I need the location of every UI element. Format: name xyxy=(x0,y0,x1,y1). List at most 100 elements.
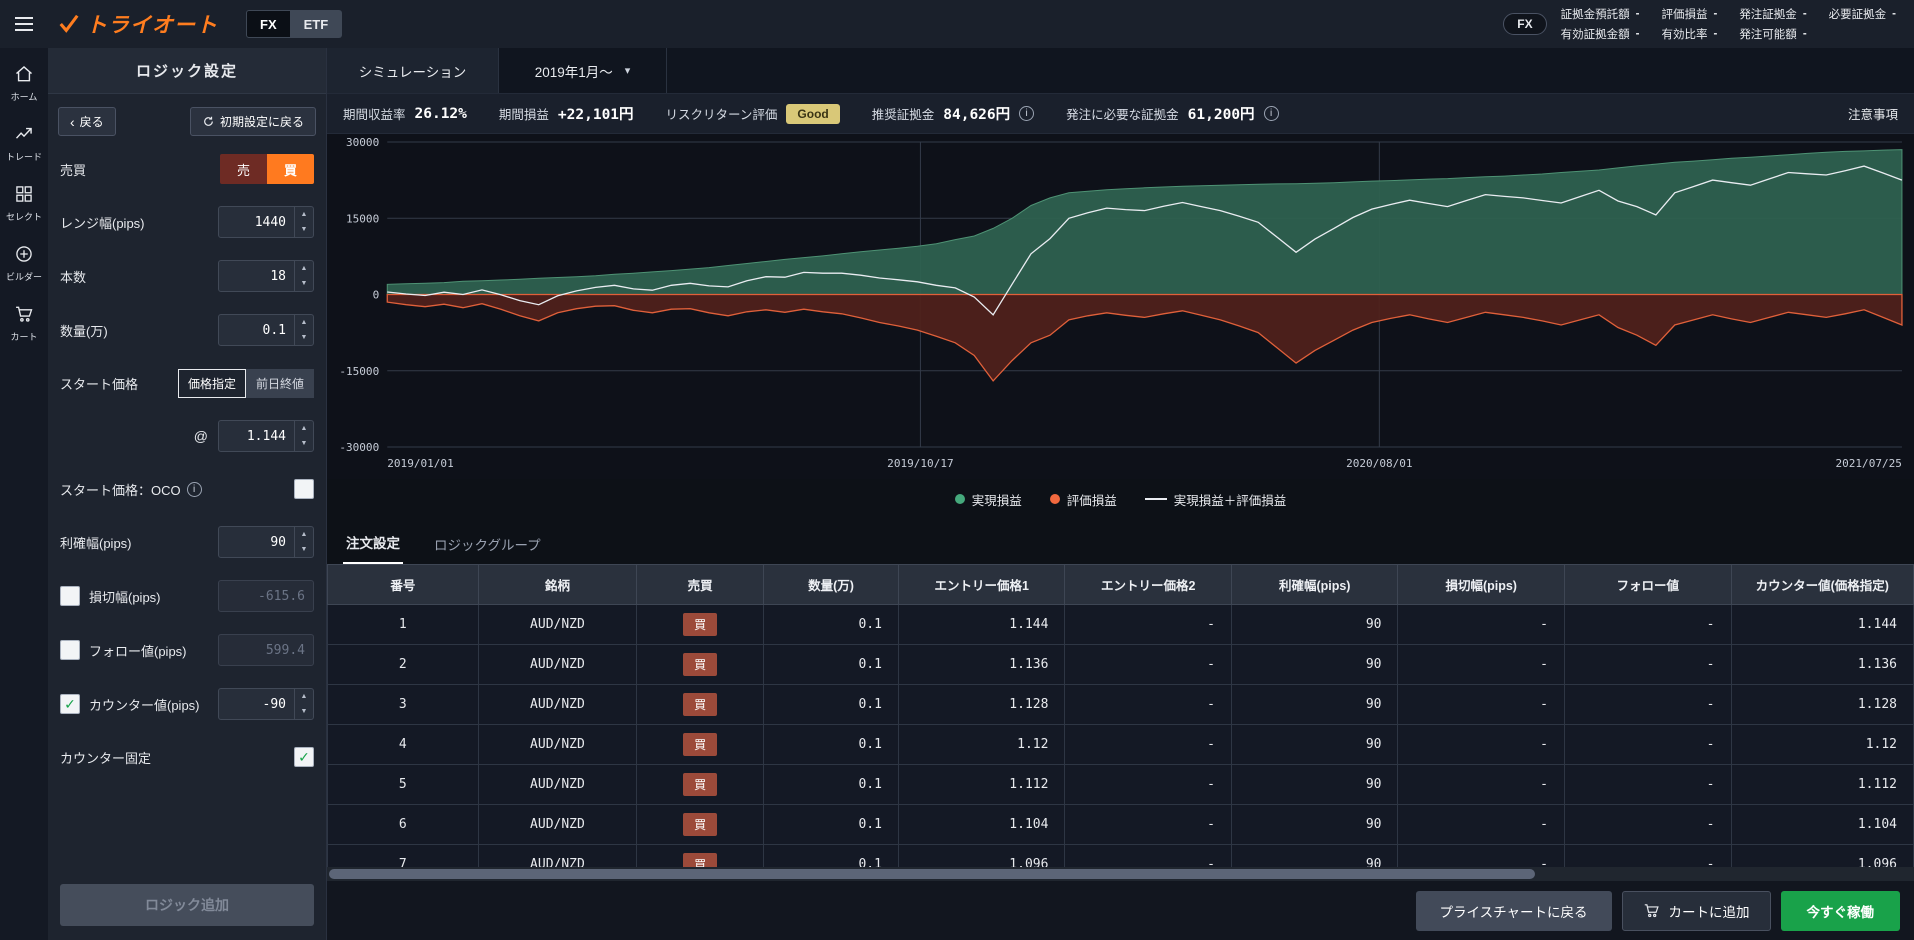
add-to-cart-button[interactable]: カートに追加 xyxy=(1621,890,1771,931)
table-cell: AUD/NZD xyxy=(477,604,638,645)
stepper-up-icon[interactable]: ▲ xyxy=(295,689,313,704)
account-stat-value: - xyxy=(1802,28,1807,40)
range-value: 1440 xyxy=(254,214,286,230)
follow-checkbox[interactable] xyxy=(60,640,80,660)
account-stat: 発注証拠金 - xyxy=(1739,6,1806,22)
chevron-left-icon: ‹ xyxy=(70,113,75,130)
info-icon[interactable]: i xyxy=(1263,106,1279,121)
take-profit-stepper[interactable]: 90 ▲ ▼ xyxy=(218,526,314,558)
counter-fixed-checkbox[interactable] xyxy=(294,747,314,767)
stepper-up-icon[interactable]: ▲ xyxy=(295,527,313,542)
side-toggle: 売 買 xyxy=(220,154,314,184)
at-price-stepper[interactable]: 1.144 ▲ ▼ xyxy=(218,420,314,452)
stepper-down-icon[interactable]: ▼ xyxy=(295,542,313,557)
sidebar-item-builder[interactable]: ビルダー xyxy=(0,236,48,290)
price-specified-button[interactable]: 価格指定 xyxy=(177,368,246,398)
stepper-up-icon[interactable]: ▲ xyxy=(295,421,313,436)
count-stepper[interactable]: 18 ▲ ▼ xyxy=(218,260,314,292)
run-now-button[interactable]: 今すぐ稼働 xyxy=(1780,890,1900,931)
scrollbar-thumb[interactable] xyxy=(329,869,1536,879)
tab-simulation[interactable]: シミュレーション xyxy=(327,48,499,93)
buy-button[interactable]: 買 xyxy=(267,154,314,184)
order-tabs: 注文設定 ロジックグループ xyxy=(327,519,1914,564)
table-row: 2 AUD/NZD 買 0.1 1.136-90- -1.136 xyxy=(327,644,1914,685)
sidebar-item-home[interactable]: ホーム xyxy=(0,56,48,110)
notice-link[interactable]: 注意事項 xyxy=(1848,104,1898,123)
period-dropdown[interactable]: 2019年1月～ ▾ xyxy=(499,48,667,93)
oco-checkbox[interactable] xyxy=(294,479,314,499)
table-cell: - xyxy=(1563,764,1732,805)
add-logic-button[interactable]: ロジック追加 xyxy=(60,884,314,926)
info-icon[interactable]: i xyxy=(1019,106,1035,121)
legend-label: 評価損益 xyxy=(1066,493,1117,508)
stepper-up-icon[interactable]: ▲ xyxy=(295,315,313,330)
stop-loss-checkbox[interactable] xyxy=(60,586,80,606)
tab-etf[interactable]: ETF xyxy=(290,10,343,38)
sidebar-item-select[interactable]: セレクト xyxy=(0,176,48,230)
column-header: 番号 xyxy=(327,564,479,605)
svg-text:2021/07/25: 2021/07/25 xyxy=(1835,457,1901,470)
table-cell: 1.096 xyxy=(1730,844,1914,867)
table-cell: 1.12 xyxy=(1730,724,1914,765)
at-price-row: @ 1.144 ▲ ▼ xyxy=(60,420,314,452)
stepper-down-icon[interactable]: ▼ xyxy=(295,330,313,345)
account-stats: 証拠金預託額 - 評価損益 - 発注証拠金 - 必要証拠金 - 有効証拠金額 - 有効比率 - 発注可… xyxy=(1561,6,1896,42)
table-cell: 1.144 xyxy=(897,604,1066,645)
stepper-down-icon[interactable]: ▼ xyxy=(295,436,313,451)
counter-stepper[interactable]: -90 ▲ ▼ xyxy=(218,688,314,720)
logo-check-icon xyxy=(59,14,79,33)
table-cell: 1 xyxy=(327,604,479,645)
tab-order-settings[interactable]: 注文設定 xyxy=(343,522,403,564)
prev-close-button[interactable]: 前日終値 xyxy=(245,368,314,398)
table-cell: - xyxy=(1563,844,1732,867)
reset-defaults-button[interactable]: 初期設定に戻る xyxy=(189,107,316,136)
buy-badge: 買 xyxy=(683,773,718,796)
column-header: 損切幅(pips) xyxy=(1397,564,1565,605)
simulation-stats-bar: 期間収益率 26.12% 期間損益 +22,101円 リスクリターン評価 Good 推奨証拠… xyxy=(327,94,1914,134)
table-cell: 3 xyxy=(327,684,479,725)
table-cell: - xyxy=(1397,764,1565,805)
product-switcher: FX ETF xyxy=(246,10,343,38)
table-cell: 1.112 xyxy=(1730,764,1914,805)
table-cell: 1.136 xyxy=(1730,644,1914,685)
stop-loss-label: 損切幅(pips) xyxy=(89,589,161,605)
table-cell: - xyxy=(1397,804,1565,845)
stepper-down-icon[interactable]: ▼ xyxy=(295,276,313,291)
counter-checkbox[interactable] xyxy=(60,694,80,714)
stat-item: リスクリターン評価 Good xyxy=(665,103,840,124)
footer-bar: プライスチャートに戻る カートに追加 今すぐ稼働 xyxy=(327,881,1914,940)
qty-stepper[interactable]: 0.1 ▲ ▼ xyxy=(218,314,314,346)
count-value: 18 xyxy=(270,268,286,284)
table-cell: 1.128 xyxy=(1730,684,1914,725)
horizontal-scrollbar[interactable] xyxy=(327,867,1914,881)
range-stepper[interactable]: 1440 ▲ ▼ xyxy=(218,206,314,238)
info-icon[interactable]: i xyxy=(186,481,202,497)
account-stat-label: 証拠金預託額 xyxy=(1560,9,1630,21)
oco-row: スタート価格：OCO i xyxy=(60,474,314,504)
stat-label: 期間収益率 xyxy=(343,108,406,122)
column-header: フォロー値 xyxy=(1563,564,1732,605)
stop-loss-row: 損切幅(pips) -615.6 xyxy=(60,580,314,612)
back-button[interactable]: ‹ 戻る xyxy=(58,107,116,136)
stepper-down-icon[interactable]: ▼ xyxy=(295,222,313,237)
stepper-up-icon[interactable]: ▲ xyxy=(295,207,313,222)
tab-fx[interactable]: FX xyxy=(246,10,291,38)
legend-item: 実現損益 xyxy=(954,490,1022,509)
take-profit-row: 利確幅(pips) 90 ▲ ▼ xyxy=(60,526,314,558)
sidebar-item-cart[interactable]: カート xyxy=(0,296,48,350)
back-to-price-chart-button[interactable]: プライスチャートに戻る xyxy=(1415,890,1612,931)
sidebar-item-trade[interactable]: トレード xyxy=(0,116,48,170)
hamburger-menu-button[interactable] xyxy=(0,0,48,48)
panel-actions: ‹ 戻る 初期設定に戻る xyxy=(48,94,326,138)
table-cell: 0.1 xyxy=(763,724,899,765)
stepper-down-icon[interactable]: ▼ xyxy=(295,704,313,719)
builder-icon xyxy=(14,244,34,266)
stepper-up-icon[interactable]: ▲ xyxy=(295,261,313,276)
sell-button[interactable]: 売 xyxy=(220,154,267,184)
stat-label: リスクリターン評価 xyxy=(665,108,778,122)
table-cell: - xyxy=(1563,604,1732,645)
table-cell: 買 xyxy=(636,644,765,685)
oco-label: スタート価格：OCO xyxy=(60,482,181,498)
column-header: 数量(万) xyxy=(763,564,899,605)
tab-logic-group[interactable]: ロジックグループ xyxy=(431,524,544,564)
